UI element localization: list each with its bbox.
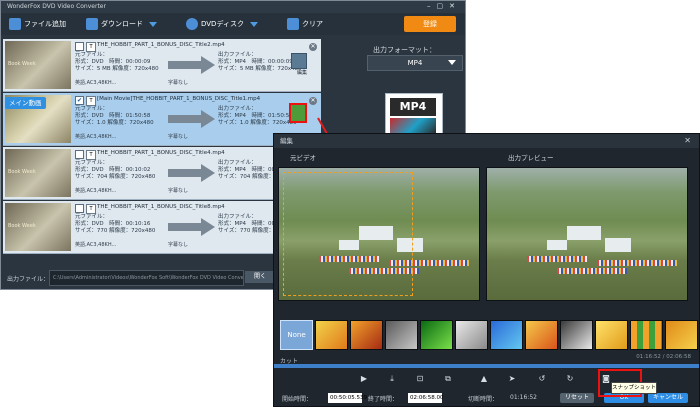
cut-section: カット 01:16:52 / 02:06:58 xyxy=(274,354,699,365)
original-video-label: 元ビデオ xyxy=(290,154,316,162)
close-icon[interactable]: ✕ xyxy=(684,136,691,145)
checkbox[interactable] xyxy=(75,204,84,213)
window-controls[interactable]: –▢✕ xyxy=(427,2,461,10)
snapshot-tooltip: スナップショット xyxy=(611,382,657,394)
cut-timecode: 01:16:52 / 02:06:58 xyxy=(636,354,691,360)
edit-dialog: 編集 ✕ 元ビデオ 出力プレビュー None カット 01:16:52 / 02… xyxy=(273,133,700,407)
file-name: THE_HOBBIT_PART_1_BONUS_DISC_Title8.mp4 xyxy=(97,204,225,210)
edit-button-highlighted[interactable] xyxy=(289,103,307,123)
convert-arrow-icon xyxy=(168,164,216,182)
add-file-icon xyxy=(9,18,21,30)
convert-arrow-icon xyxy=(168,56,216,74)
effect-thumb[interactable] xyxy=(595,320,628,350)
file-name: THE_HOBBIT_PART_1_BONUS_DISC_Title2.mp4 xyxy=(97,42,225,48)
rotate-right-icon[interactable]: ↻ xyxy=(564,373,576,385)
trash-icon xyxy=(287,18,299,30)
audio-track-select[interactable]: 英語,AC3,48KH... xyxy=(75,79,116,86)
dvd-disc-button[interactable]: DVDディスク xyxy=(186,16,258,32)
effects-strip: None xyxy=(280,320,698,350)
output-format-select[interactable]: MP4 xyxy=(367,55,463,71)
split-icon[interactable]: ⧉ xyxy=(442,373,454,385)
remove-icon[interactable]: ✕ xyxy=(309,97,317,105)
flip-icon[interactable]: ▲ xyxy=(478,373,490,385)
edit-button[interactable] xyxy=(291,53,307,69)
effect-thumb[interactable] xyxy=(490,320,523,350)
rotate-left-icon[interactable]: ↺ xyxy=(536,373,548,385)
effect-thumb[interactable] xyxy=(385,320,418,350)
audio-track-select[interactable]: 英語,AC3,48KH... xyxy=(75,187,116,194)
audio-track-select[interactable]: 英語,AC3,48KH... xyxy=(75,241,116,248)
effect-none[interactable]: None xyxy=(280,320,313,350)
checkbox[interactable]: ✔ xyxy=(75,96,84,105)
effect-thumb[interactable] xyxy=(560,320,593,350)
source-info: 元ファイル： 形式：DVD 時間：01:50:58 サイズ：1.0 解像度：72… xyxy=(75,106,154,126)
output-info: 出力ファイル： 形式：MP4 時間：01:50:58 サイズ：1.0 解像度：7… xyxy=(218,106,297,126)
reset-button[interactable]: リセット xyxy=(560,393,594,403)
subtitle-select[interactable]: 字幕なし xyxy=(168,133,188,140)
source-info: 元ファイル： 形式：DVD 時間：00:10:16 サイズ：770 解像度：72… xyxy=(75,214,156,234)
start-time-field[interactable]: 00:50:05.539 xyxy=(328,393,367,403)
chevron-down-icon xyxy=(249,21,258,27)
main-movie-badge: メイン動画 xyxy=(5,97,46,109)
output-info: 出力ファイル： 形式：MP4 時間：00:00:09 サイズ：5 MB 解像度：… xyxy=(218,52,302,72)
title-badge-icon: T xyxy=(86,150,96,160)
file-name: THE_HOBBIT_PART_1_BONUS_DISC_Title4.mp4 xyxy=(97,150,225,156)
set-end-icon[interactable]: ⊡ xyxy=(414,373,426,385)
file-name: [Main Movie]THE_HOBBIT_PART_1_BONUS_DISC… xyxy=(97,96,261,102)
effect-thumb[interactable] xyxy=(420,320,453,350)
effect-thumb[interactable] xyxy=(665,320,698,350)
clear-button[interactable]: クリア xyxy=(287,16,323,32)
subtitle-select[interactable]: 字幕なし xyxy=(168,79,188,86)
convert-arrow-icon xyxy=(168,218,216,236)
cut-duration: 01:16:52 xyxy=(510,394,537,401)
thumbnail: Book Week xyxy=(5,41,71,89)
list-item[interactable]: Book Week T THE_HOBBIT_PART_1_BONUS_DISC… xyxy=(3,39,321,92)
audio-track-select[interactable]: 英語,AC3,48KH... xyxy=(75,133,116,140)
add-file-button[interactable]: ファイル追加 xyxy=(9,16,66,32)
subtitle-select[interactable]: 字幕なし xyxy=(168,241,188,248)
crop-frame[interactable] xyxy=(283,172,413,296)
chevron-down-icon xyxy=(448,60,456,65)
subtitle-select[interactable]: 字幕なし xyxy=(168,187,188,194)
title-badge-icon: T xyxy=(86,204,96,214)
source-info: 元ファイル： 形式：DVD 時間：00:10:02 サイズ：704 解像度：72… xyxy=(75,160,156,180)
output-file-label: 出力ファイル： xyxy=(7,276,50,283)
thumbnail: Book Week xyxy=(5,203,71,251)
open-folder-button[interactable]: 開く xyxy=(245,271,275,283)
cancel-button[interactable]: キャンセル xyxy=(648,393,688,403)
output-preview-label: 出力プレビュー xyxy=(508,154,554,162)
original-video-player[interactable] xyxy=(278,167,480,301)
output-preview-player xyxy=(486,167,688,301)
effect-thumb[interactable] xyxy=(350,320,383,350)
title-badge-icon: T xyxy=(86,96,96,106)
output-path-field[interactable]: C:\Users\Administrator\Videos\WonderFox … xyxy=(49,270,244,286)
effect-thumb[interactable] xyxy=(455,320,488,350)
effect-thumb[interactable] xyxy=(315,320,348,350)
output-format-label: 出力フォーマット： xyxy=(373,46,436,54)
dvd-icon xyxy=(186,18,198,30)
checkbox[interactable] xyxy=(75,150,84,159)
register-button[interactable]: 登録 xyxy=(404,16,456,32)
checkbox[interactable] xyxy=(75,42,84,51)
end-time-field[interactable]: 02:06:58.00 xyxy=(408,393,443,403)
timeline-track[interactable] xyxy=(274,364,699,368)
edit-label: 編集 xyxy=(296,70,307,76)
effect-thumb[interactable] xyxy=(630,320,663,350)
play-icon[interactable]: ▶ xyxy=(358,373,370,385)
source-info: 元ファイル： 形式：DVD 時間：00:00:09 サイズ：5 MB 解像度：7… xyxy=(75,52,159,72)
thumbnail: Book Week xyxy=(5,149,71,197)
edit-dialog-title: 編集 xyxy=(274,134,699,148)
chevron-down-icon xyxy=(149,21,157,27)
toolbar: ファイル追加 ダウンロード DVDディスク クリア 登録 xyxy=(1,13,465,35)
set-start-icon[interactable]: ⤓ xyxy=(386,373,398,385)
download-button[interactable]: ダウンロード xyxy=(86,16,157,32)
title-badge-icon: T xyxy=(86,42,96,52)
download-icon xyxy=(86,18,98,30)
window-title: WonderFox DVD Video Converter xyxy=(1,1,465,13)
convert-arrow-icon xyxy=(168,110,216,128)
effect-thumb[interactable] xyxy=(525,320,558,350)
remove-icon[interactable]: ✕ xyxy=(309,43,317,51)
next-icon[interactable]: ➤ xyxy=(506,373,518,385)
